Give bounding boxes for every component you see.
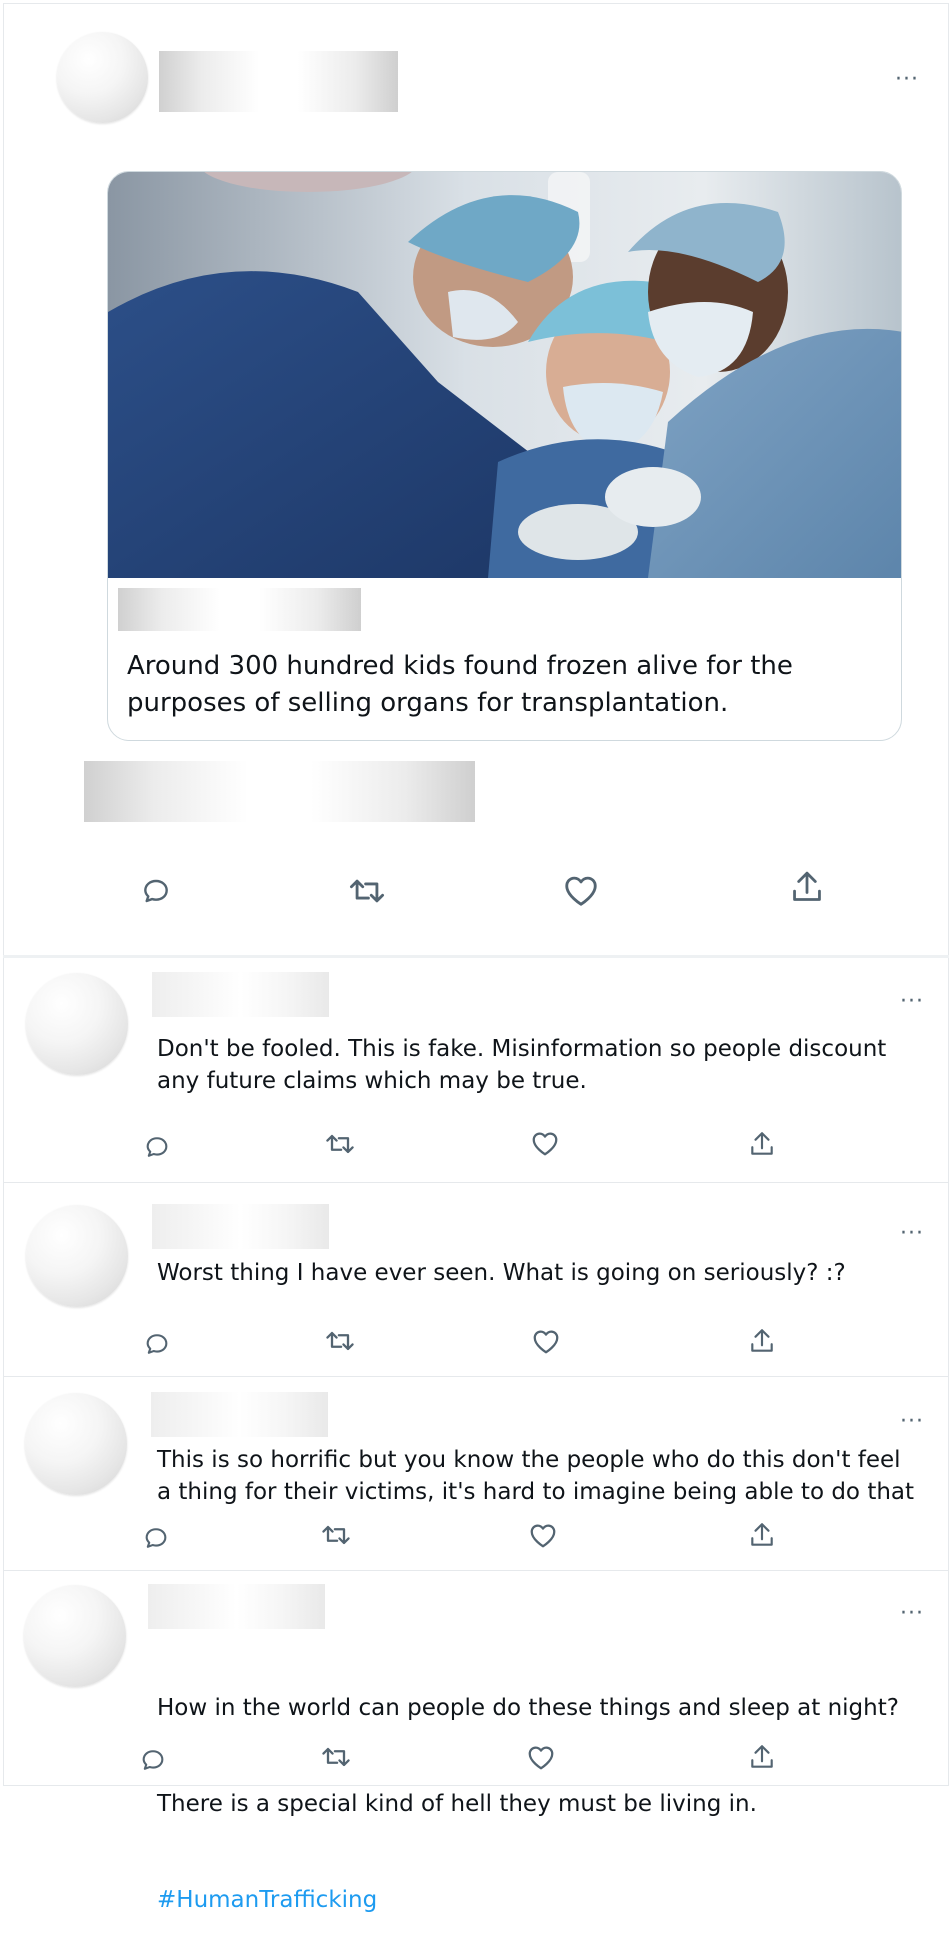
reply-avatar[interactable] [25, 1393, 127, 1495]
reply-name-redacted[interactable] [148, 1584, 325, 1629]
retweet-icon [322, 1747, 350, 1767]
share-icon [751, 1329, 773, 1352]
reply-text-line: How in the world can people do these thi… [157, 1695, 899, 1721]
card-text: Around 300 hundred kids found frozen ali… [127, 651, 793, 718]
reply-name-redacted[interactable] [151, 1392, 328, 1437]
post-timestamp-redacted [84, 761, 475, 822]
like-icon [530, 1524, 556, 1548]
like-icon [565, 876, 597, 906]
reply-text: This is so horrific but you know the peo… [157, 1447, 915, 1505]
reply-text-line: There is a special kind of hell they mus… [157, 1791, 757, 1817]
share-icon [751, 1132, 773, 1155]
reply-button[interactable] [143, 1330, 171, 1358]
like-icon [528, 1746, 554, 1770]
reply-button[interactable] [139, 1746, 167, 1774]
retweet-button[interactable] [324, 1327, 356, 1355]
share-button[interactable] [749, 1130, 775, 1158]
reply-avatar[interactable] [24, 1585, 126, 1687]
like-button[interactable] [562, 872, 600, 908]
share-button[interactable] [749, 1743, 775, 1771]
like-icon [532, 1132, 558, 1156]
reply-avatar[interactable] [26, 1205, 128, 1307]
card-image[interactable] [108, 172, 901, 578]
reply-button[interactable] [140, 875, 172, 907]
retweet-icon [326, 1134, 354, 1154]
reply-divider [3, 1376, 949, 1377]
share-icon [751, 1523, 773, 1546]
reply-icon [142, 1750, 164, 1770]
reply-icon [146, 1334, 168, 1354]
like-button[interactable] [528, 1521, 558, 1549]
reply-icon [146, 1137, 168, 1157]
more-icon[interactable]: ··· [900, 1603, 924, 1625]
share-icon [793, 871, 821, 901]
retweet-icon [350, 879, 385, 903]
more-icon[interactable]: ··· [900, 1223, 924, 1245]
like-icon [533, 1330, 559, 1354]
thread-divider [3, 955, 949, 958]
reply-icon [145, 1528, 167, 1548]
reply-name-redacted[interactable] [152, 972, 329, 1017]
share-button[interactable] [749, 1521, 775, 1549]
like-button[interactable] [531, 1327, 561, 1355]
author-name-redacted[interactable] [159, 51, 398, 112]
retweet-button[interactable] [320, 1521, 352, 1549]
reply-text: Don't be fooled. This is fake. Misinform… [157, 1036, 887, 1094]
more-icon[interactable]: ··· [900, 1411, 924, 1433]
retweet-button[interactable] [347, 874, 387, 908]
author-avatar[interactable] [57, 32, 148, 123]
share-button[interactable] [749, 1327, 775, 1355]
card-domain-redacted [118, 588, 361, 631]
reply-button[interactable] [142, 1524, 170, 1552]
surgery-photo-illustration [108, 172, 901, 578]
hashtag-link[interactable]: #HumanTrafficking [157, 1884, 899, 1916]
link-card[interactable]: Around 300 hundred kids found frozen ali… [107, 171, 902, 741]
like-button[interactable] [530, 1129, 560, 1157]
share-icon [751, 1745, 773, 1768]
reply-icon [144, 879, 168, 903]
reply-divider [3, 1182, 949, 1183]
more-icon[interactable]: ··· [895, 69, 919, 91]
reply-button[interactable] [143, 1133, 171, 1161]
retweet-icon [326, 1331, 354, 1351]
share-button[interactable] [790, 869, 824, 905]
reply-name-redacted[interactable] [152, 1204, 329, 1249]
retweet-button[interactable] [324, 1130, 356, 1158]
reply-text: Worst thing I have ever seen. What is go… [157, 1260, 846, 1286]
retweet-icon [322, 1525, 350, 1545]
reply-text: How in the world can people do these thi… [157, 1628, 899, 1948]
reply-avatar[interactable] [26, 973, 128, 1075]
like-button[interactable] [526, 1743, 556, 1771]
reply-divider [3, 1570, 949, 1571]
more-icon[interactable]: ··· [900, 991, 924, 1013]
retweet-button[interactable] [320, 1743, 352, 1771]
